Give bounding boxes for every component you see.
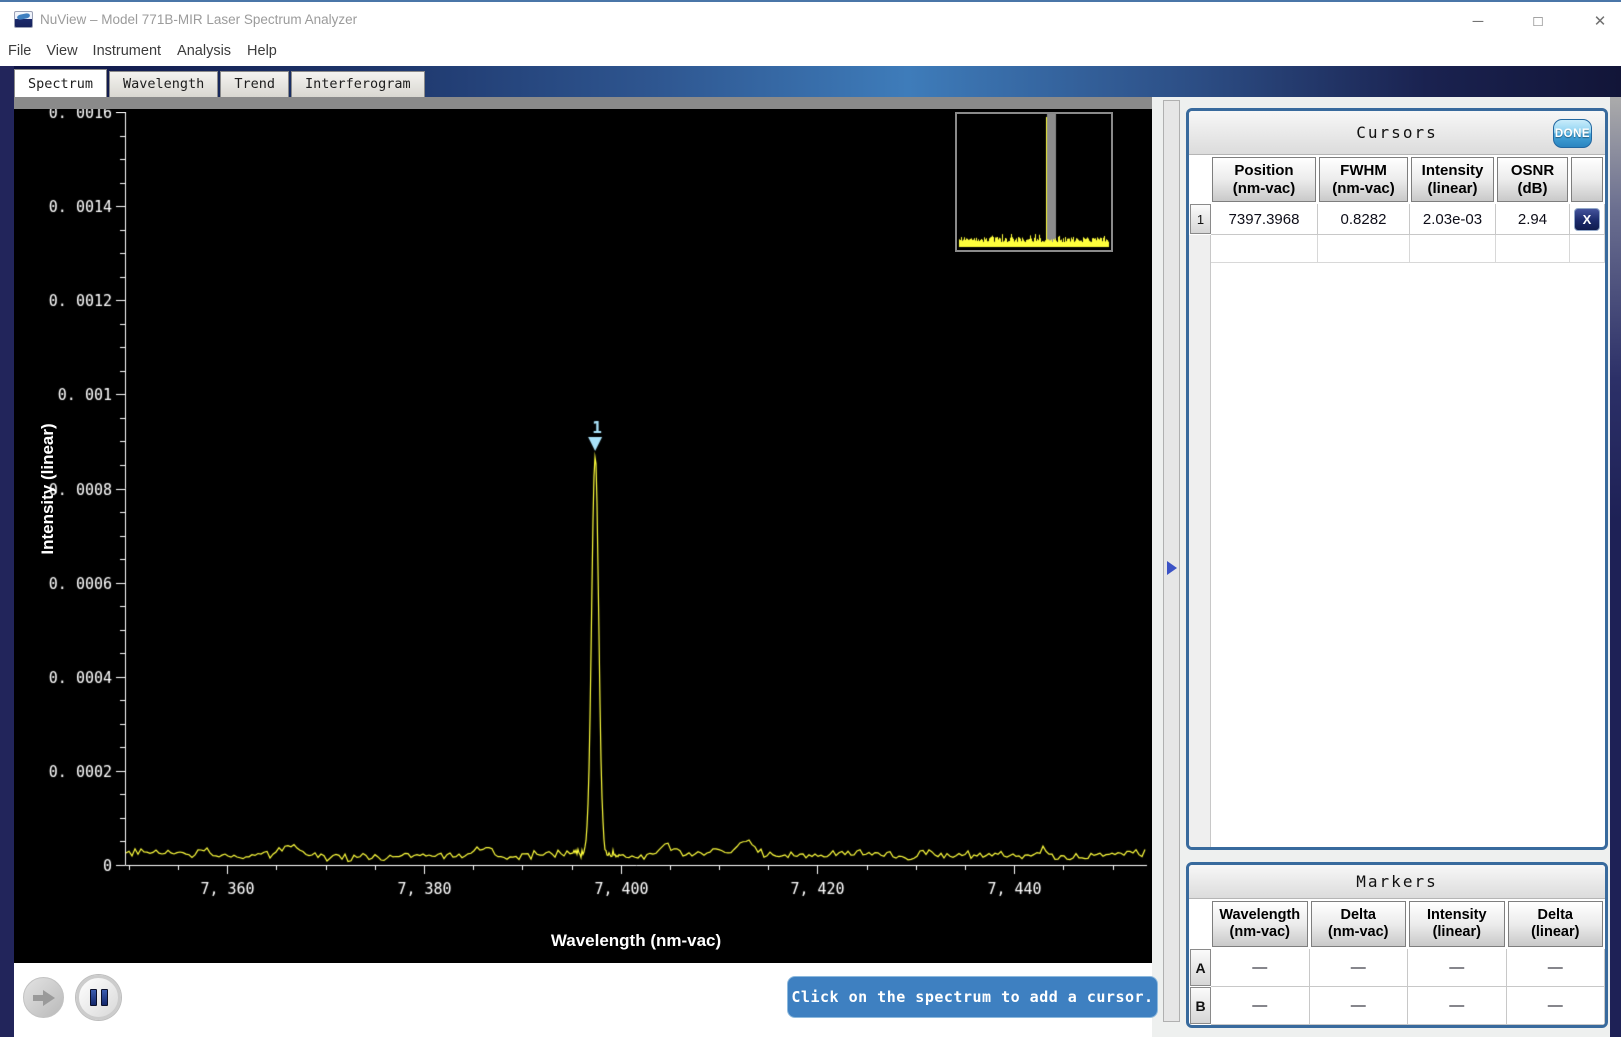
cursor-position-value: 7397.3968 [1211,204,1318,235]
header-corner [1190,901,1210,947]
marker-a-wavelength: — [1211,949,1310,987]
marker-b-label: B [1190,987,1211,1024]
cursor-actions-cell: X [1570,204,1605,235]
header-corner [1190,157,1210,202]
cursor-intensity-value: 2.03e-03 [1410,204,1496,235]
pause-icon [90,989,97,1006]
minimize-button[interactable]: ─ [1462,8,1494,34]
arrow-right-icon [33,990,55,1006]
markers-table-header: Wavelength(nm-vac) Delta(nm-vac) Intensi… [1189,899,1605,949]
maximize-button[interactable]: □ [1522,8,1554,34]
menu-item-view[interactable]: View [46,39,77,63]
tab-trend[interactable]: Trend [220,71,289,97]
window-title: NuView – Model 771B-MIR Laser Spectrum A… [40,12,357,27]
marker-a-delta-linear: — [1507,949,1606,987]
marker-b-delta-linear: — [1507,987,1606,1025]
marker-a-delta-nm: — [1310,949,1409,987]
cursors-panel-title: Cursors DONE [1189,111,1605,155]
menubar: File View Instrument Analysis Help [0,36,1621,66]
pause-icon [101,989,108,1006]
cursors-table-blank-area [1189,263,1605,847]
plot-top-strip [14,97,1152,109]
menu-item-analysis[interactable]: Analysis [177,39,231,63]
titlebar: NuView – Model 771B-MIR Laser Spectrum A… [0,2,1621,36]
panel-splitter[interactable] [1163,100,1180,1022]
tab-spectrum[interactable]: Spectrum [14,69,107,97]
column-header-fwhm: FWHM(nm-vac) [1319,157,1408,202]
step-button[interactable] [23,977,64,1018]
close-button[interactable]: ✕ [1584,8,1616,34]
chevron-right-icon [1167,561,1177,575]
marker-b-intensity: — [1408,987,1507,1025]
column-header-delta-linear: Delta(linear) [1508,901,1604,947]
row-number: 1 [1190,204,1211,234]
marker-b-wavelength: — [1211,987,1310,1025]
spectrum-overview-inset[interactable] [955,112,1113,252]
marker-row-a: A — — — — [1189,949,1605,987]
window-right-edge [1610,97,1621,1037]
cursor-table-row: 1 7397.3968 0.8282 2.03e-03 2.94 X [1189,204,1605,235]
cursor-osnr-value: 2.94 [1496,204,1570,235]
marker-a-label: A [1190,949,1211,986]
markers-panel-title: Markers [1189,865,1605,899]
pause-button[interactable] [76,975,121,1020]
column-header-intensity: Intensity(linear) [1411,157,1494,202]
column-header-position: Position(nm-vac) [1212,157,1316,202]
menu-item-help[interactable]: Help [247,39,277,63]
app-icon [14,11,33,28]
cursors-panel: Cursors DONE Position(nm-vac) FWHM(nm-va… [1186,108,1608,850]
cursor-table-empty-row [1189,235,1605,263]
menu-item-instrument[interactable]: Instrument [93,39,162,63]
tab-interferogram[interactable]: Interferogram [291,71,425,97]
overview-inset-canvas [957,114,1111,250]
column-header-actions [1571,157,1603,202]
y-axis-label: Intensity (linear) [38,384,60,594]
delete-cursor-button[interactable]: X [1574,208,1600,231]
menu-item-file[interactable]: File [8,39,31,63]
x-axis-label: Wavelength (nm-vac) [125,931,1147,951]
cursor-fwhm-value: 0.8282 [1318,204,1410,235]
marker-a-intensity: — [1408,949,1507,987]
column-header-intensity: Intensity(linear) [1409,901,1505,947]
column-header-delta-nm: Delta(nm-vac) [1311,901,1407,947]
tab-wavelength[interactable]: Wavelength [109,71,218,97]
marker-row-b: B — — — — [1189,987,1605,1025]
column-header-osnr: OSNR(dB) [1497,157,1568,202]
done-button[interactable]: DONE [1553,119,1592,148]
column-header-wavelength: Wavelength(nm-vac) [1212,901,1308,947]
markers-panel: Markers Wavelength(nm-vac) Delta(nm-vac)… [1186,862,1608,1028]
window-left-edge [0,66,14,1037]
tab-strip: Spectrum Wavelength Trend Interferogram [0,66,1621,97]
marker-b-delta-nm: — [1310,987,1409,1025]
cursors-table-header: Position(nm-vac) FWHM(nm-vac) Intensity(… [1189,155,1605,204]
cursor-hint-banner: Click on the spectrum to add a cursor. [787,976,1158,1018]
